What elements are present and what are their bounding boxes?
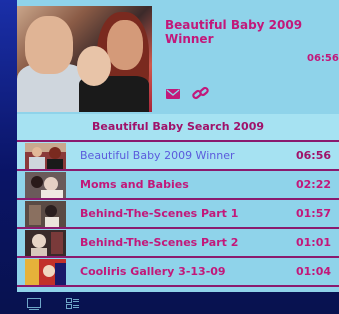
single-view-icon[interactable]: [27, 298, 41, 310]
video-title: Behind-The-Scenes Part 1: [80, 207, 239, 220]
video-title: Cooliris Gallery 3-13-09: [80, 265, 226, 278]
video-title: Beautiful Baby 2009 Winner: [80, 149, 235, 162]
video-player-widget: Beautiful Baby 2009 Winner 06:56 Beautif…: [17, 0, 339, 292]
video-thumbnail: [25, 201, 66, 227]
link-icon[interactable]: [192, 86, 209, 101]
mail-icon[interactable]: [166, 89, 180, 99]
list-item[interactable]: Behind-The-Scenes Part 1 01:57: [17, 200, 339, 229]
now-playing-duration: 06:56: [307, 53, 339, 64]
list-item[interactable]: Cooliris Gallery 3-13-09 01:04: [17, 258, 339, 287]
list-item[interactable]: Beautiful Baby 2009 Winner 06:56: [17, 142, 339, 171]
video-thumbnail: [25, 259, 66, 285]
playlist-title: Beautiful Baby Search 2009: [91, 120, 265, 133]
list-item[interactable]: Behind-The-Scenes Part 2 01:01: [17, 229, 339, 258]
list-view-icon[interactable]: [66, 298, 80, 310]
video-duration: 06:56: [295, 149, 331, 162]
video-thumbnail: [25, 172, 66, 198]
now-playing-title: Beautiful Baby 2009 Winner: [165, 18, 303, 46]
video-thumbnail: [25, 143, 66, 169]
playlist-header: Beautiful Baby Search 2009: [17, 114, 339, 142]
now-playing-thumbnail[interactable]: [17, 6, 152, 112]
video-duration: 01:57: [295, 207, 331, 220]
list-item[interactable]: Moms and Babies 02:22: [17, 171, 339, 200]
video-thumbnail: [25, 230, 66, 256]
video-duration: 01:04: [295, 265, 331, 278]
video-title: Moms and Babies: [80, 178, 189, 191]
video-title: Behind-The-Scenes Part 2: [80, 236, 239, 249]
video-duration: 02:22: [295, 178, 331, 191]
video-duration: 01:01: [295, 236, 331, 249]
playlist: Beautiful Baby 2009 Winner 06:56 Moms an…: [17, 142, 339, 287]
